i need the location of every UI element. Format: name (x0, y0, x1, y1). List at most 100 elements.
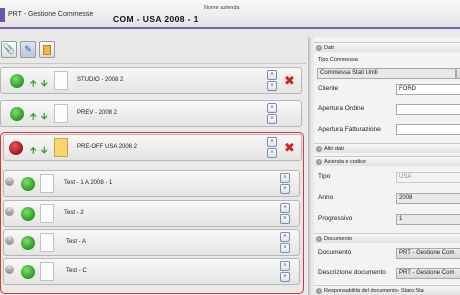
tree-row-child[interactable]: ˅ Test - 1 A 2008 - 1 ˄ ˅ (3, 170, 300, 197)
move-down-button[interactable]: ˅ (267, 114, 277, 124)
collapse-icon: ˄ (316, 45, 322, 51)
row-label: Test - 2 (64, 210, 84, 216)
section-title: Dati (324, 45, 334, 51)
edit-button[interactable]: ✎ (20, 41, 36, 58)
attach-button[interactable]: 📎 (1, 41, 17, 58)
expand-icon[interactable]: ˅ (5, 207, 14, 216)
details-panel: ˄ Dati Tipo Commessa Commessa Stati Unit… (314, 37, 460, 295)
expand-icon[interactable]: ˅ (5, 236, 14, 245)
cliente-field[interactable]: FORD (396, 84, 460, 95)
document-icon[interactable] (54, 104, 68, 123)
apertura-ordine-label: Apertura Ordine (318, 105, 365, 112)
status-red-icon (9, 141, 23, 155)
tipo-commessa-label: Tipo Commessa (318, 57, 358, 63)
arrow-down-icon[interactable]: 🡫 (41, 109, 47, 125)
document-icon[interactable] (54, 71, 68, 90)
expand-icon[interactable]: ˅ (5, 177, 14, 186)
move-controls: ˄ ˅ (280, 203, 290, 225)
tree-row-child[interactable]: ˅ Test - C ˄ ˅ (3, 258, 300, 285)
tipo-label: Tipo (318, 173, 331, 180)
move-controls: ˄ ˅ (280, 261, 290, 283)
document-icon[interactable] (40, 204, 54, 223)
collapse-icon: ˄ (316, 159, 322, 165)
arrow-up-icon[interactable]: 🡩 (30, 143, 36, 159)
move-controls: ˄ ˅ (267, 103, 277, 125)
document-icon[interactable] (40, 174, 54, 193)
move-up-button[interactable]: ˄ (280, 261, 290, 271)
row-label: STUDIO - 2008 2 (77, 77, 124, 83)
app-title: PRT - Gestione Commesse (8, 11, 94, 18)
arrow-down-icon[interactable]: 🡫 (41, 76, 47, 92)
section-title: Azienda e codice (324, 159, 366, 165)
status-green-icon (10, 74, 24, 88)
move-down-button[interactable]: ˅ (280, 272, 290, 282)
move-controls: ˄ ˅ (280, 232, 290, 254)
status-green-icon (21, 236, 35, 250)
section-azienda-header[interactable]: ˄ Azienda e codice (314, 156, 460, 166)
move-down-button[interactable]: ˅ (280, 214, 290, 224)
descrizione-select[interactable]: PRT - Gestione Com (396, 268, 460, 279)
tipo-commessa-dropdown-button[interactable] (456, 68, 460, 79)
documento-label: Documento (318, 249, 352, 256)
tipo-field: USA (396, 172, 460, 183)
section-dati-header[interactable]: ˄ Dati (314, 42, 460, 52)
tree-row-child[interactable]: ˅ Test - A ˄ ˅ (3, 229, 300, 256)
cliente-label: Cliente (318, 85, 339, 92)
edit-icon: ✎ (24, 44, 32, 54)
progressivo-field[interactable]: 1 (396, 214, 460, 225)
move-up-button[interactable]: ˄ (267, 137, 277, 147)
status-green-icon (21, 207, 35, 221)
tree-row[interactable]: 🡩 🡫 STUDIO - 2008 2 ˄ ˅ ✖ (0, 67, 302, 94)
tipo-commessa-field[interactable]: Commessa Stati Uniti (317, 68, 456, 79)
app-header: PRT - Gestione Commesse Nome azienda COM… (0, 0, 460, 29)
azienda-value: COM - USA 2008 - 1 (113, 14, 199, 24)
arrow-up-icon[interactable]: 🡩 (30, 109, 36, 125)
document-icon[interactable] (54, 138, 68, 157)
delete-icon[interactable]: ✖ (284, 73, 295, 89)
tree-row-child[interactable]: ˅ Test - 2 ˄ ˅ (3, 200, 300, 227)
toolbar: 📎 ✎ (0, 39, 306, 64)
apertura-ordine-field[interactable] (396, 104, 460, 115)
tree-row[interactable]: 🡩 🡫 PREV - 2008 2 ˄ ˅ (0, 100, 302, 127)
documento-select[interactable]: PRT - Gestione Com (396, 248, 460, 259)
row-label: PREV - 2008 2 (77, 110, 118, 116)
paperclip-icon: 📎 (2, 44, 16, 55)
document-icon[interactable] (40, 233, 54, 252)
tree-row-selected[interactable]: 🡩 🡫 PRE-OFF USA 2008 2 ˄ ˅ ✖ (3, 134, 302, 161)
status-green-icon (10, 107, 24, 121)
expand-icon: ˅ (316, 288, 322, 294)
move-controls: ˄ ˅ (267, 137, 277, 159)
row-label: Test - 1 A 2008 - 1 (64, 180, 113, 186)
move-down-button[interactable]: ˅ (267, 81, 277, 91)
panel-splitter[interactable] (308, 37, 311, 295)
move-down-button[interactable]: ˅ (280, 184, 290, 194)
move-up-button[interactable]: ˄ (280, 173, 290, 183)
document-button[interactable] (39, 41, 55, 58)
expand-icon[interactable]: ˅ (5, 265, 14, 274)
document-icon[interactable] (40, 262, 54, 281)
anno-label: Anno (318, 194, 334, 201)
section-documento-header[interactable]: ˄ Documento (314, 233, 460, 243)
section-altri-dati-header[interactable]: ˅ Altri dati (314, 143, 460, 153)
apertura-fatturazione-label: Apertura Fatturazione (318, 126, 381, 133)
section-responsabilita-header[interactable]: ˅ Responsabilità del documento- Stato:St… (314, 285, 460, 295)
arrow-down-icon[interactable]: 🡫 (41, 143, 47, 159)
delete-icon[interactable]: ✖ (284, 140, 295, 156)
status-green-icon (21, 265, 35, 279)
move-down-button[interactable]: ˅ (280, 243, 290, 253)
document-icon (43, 44, 51, 55)
progressivo-label: Progressivo (318, 215, 353, 222)
anno-field[interactable]: 2008 (396, 193, 460, 204)
move-up-button[interactable]: ˄ (280, 232, 290, 242)
move-up-button[interactable]: ˄ (280, 203, 290, 213)
move-up-button[interactable]: ˄ (267, 103, 277, 113)
arrow-up-icon[interactable]: 🡩 (30, 76, 36, 92)
move-up-button[interactable]: ˄ (267, 70, 277, 80)
apertura-fatturazione-field[interactable] (396, 124, 460, 135)
azienda-label: Nome azienda (204, 5, 240, 11)
section-title: Responsabilità del documento- Stato:Sta (324, 288, 424, 294)
move-down-button[interactable]: ˅ (267, 148, 277, 158)
section-title: Documento (324, 236, 353, 242)
descrizione-label: Descrizione documento (318, 269, 386, 276)
row-label: Test - A (66, 239, 87, 245)
